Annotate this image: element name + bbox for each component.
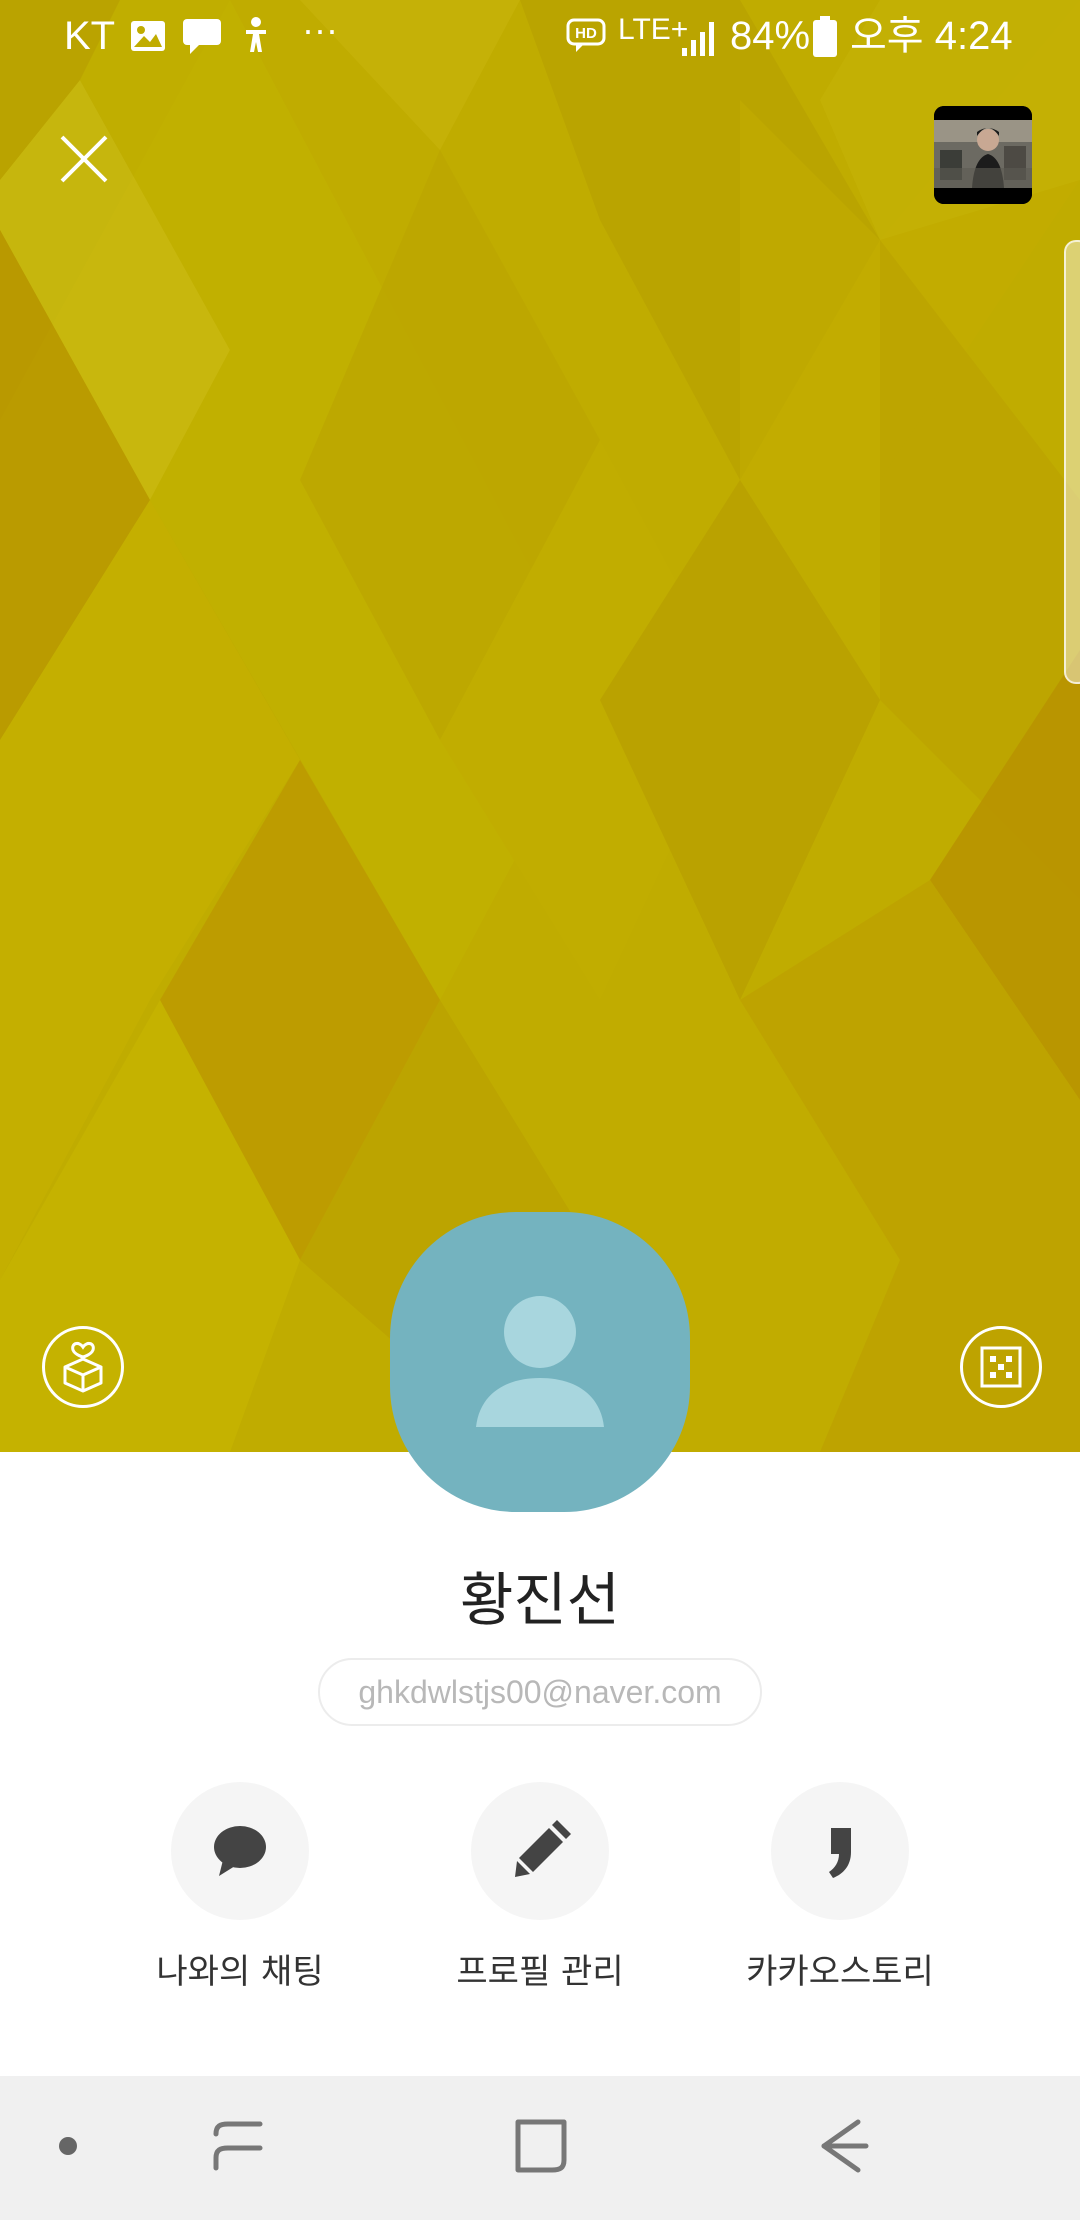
cover-scroll-handle[interactable]: [1064, 240, 1080, 684]
kakaostory-label: 카카오스토리: [746, 1952, 934, 1992]
nav-dot-button[interactable]: [18, 2096, 118, 2196]
gallery-icon: [131, 21, 165, 51]
network-type-label: LTE+: [618, 13, 689, 46]
dot-icon: [59, 2137, 77, 2155]
battery-icon: [813, 16, 837, 57]
edit-profile-label: 프로필 관리: [456, 1952, 624, 1992]
battery-percent: 84%: [730, 14, 811, 58]
back-button[interactable]: [794, 2096, 894, 2196]
accessibility-icon: [246, 17, 266, 52]
quote-mark-icon: [829, 1828, 851, 1878]
close-icon: [60, 135, 108, 183]
profile-screen: KT ··· HD LTE+ 84% 오후 4:24 황진선 ghkdwlstj…: [0, 0, 1080, 2220]
back-icon: [821, 2119, 869, 2173]
message-icon: [183, 19, 221, 54]
close-button[interactable]: [40, 115, 128, 203]
svg-text:HD: HD: [575, 25, 597, 42]
kakaostory-button[interactable]: 카카오스토리: [710, 1782, 970, 2002]
default-person-icon: [476, 1296, 604, 1427]
clock: 오후 4:24: [850, 14, 1013, 58]
navigation-bar: [0, 2076, 1080, 2220]
profile-thumbnail-image: [934, 106, 1032, 204]
edit-profile-button[interactable]: 프로필 관리: [410, 1782, 670, 2002]
gift-button[interactable]: [42, 1326, 124, 1408]
home-icon: [515, 2119, 567, 2173]
profile-avatar[interactable]: [390, 1212, 690, 1512]
my-chat-button[interactable]: 나와의 채팅: [110, 1782, 370, 2002]
profile-email: ghkdwlstjs00@naver.com: [318, 1658, 762, 1726]
profile-name: 황진선: [459, 1566, 621, 1634]
profile-thumbnail[interactable]: [934, 106, 1032, 204]
kakaostory-icon-circle[interactable]: [771, 1782, 909, 1920]
edit-profile-icon-circle[interactable]: [471, 1782, 609, 1920]
recent-apps-button[interactable]: [188, 2096, 288, 2196]
carrier-label: KT: [64, 14, 116, 58]
signal-strength-icon: [682, 22, 714, 56]
recent-apps-icon: [213, 2121, 263, 2171]
my-chat-label: 나와의 채팅: [156, 1952, 324, 1992]
qr-code-icon: [980, 1346, 1022, 1388]
pencil-icon: [515, 1820, 571, 1877]
status-bar: KT ··· HD LTE+ 84% 오후 4:24: [0, 0, 1080, 72]
more-notifications-indicator: ···: [302, 9, 338, 50]
hd-voice-icon: HD: [566, 18, 606, 52]
chat-bubble-icon: [214, 1826, 266, 1876]
gift-box-icon: [63, 1341, 103, 1393]
my-chat-icon-circle[interactable]: [171, 1782, 309, 1920]
qr-code-button[interactable]: [960, 1326, 1042, 1408]
home-button[interactable]: [490, 2096, 590, 2196]
